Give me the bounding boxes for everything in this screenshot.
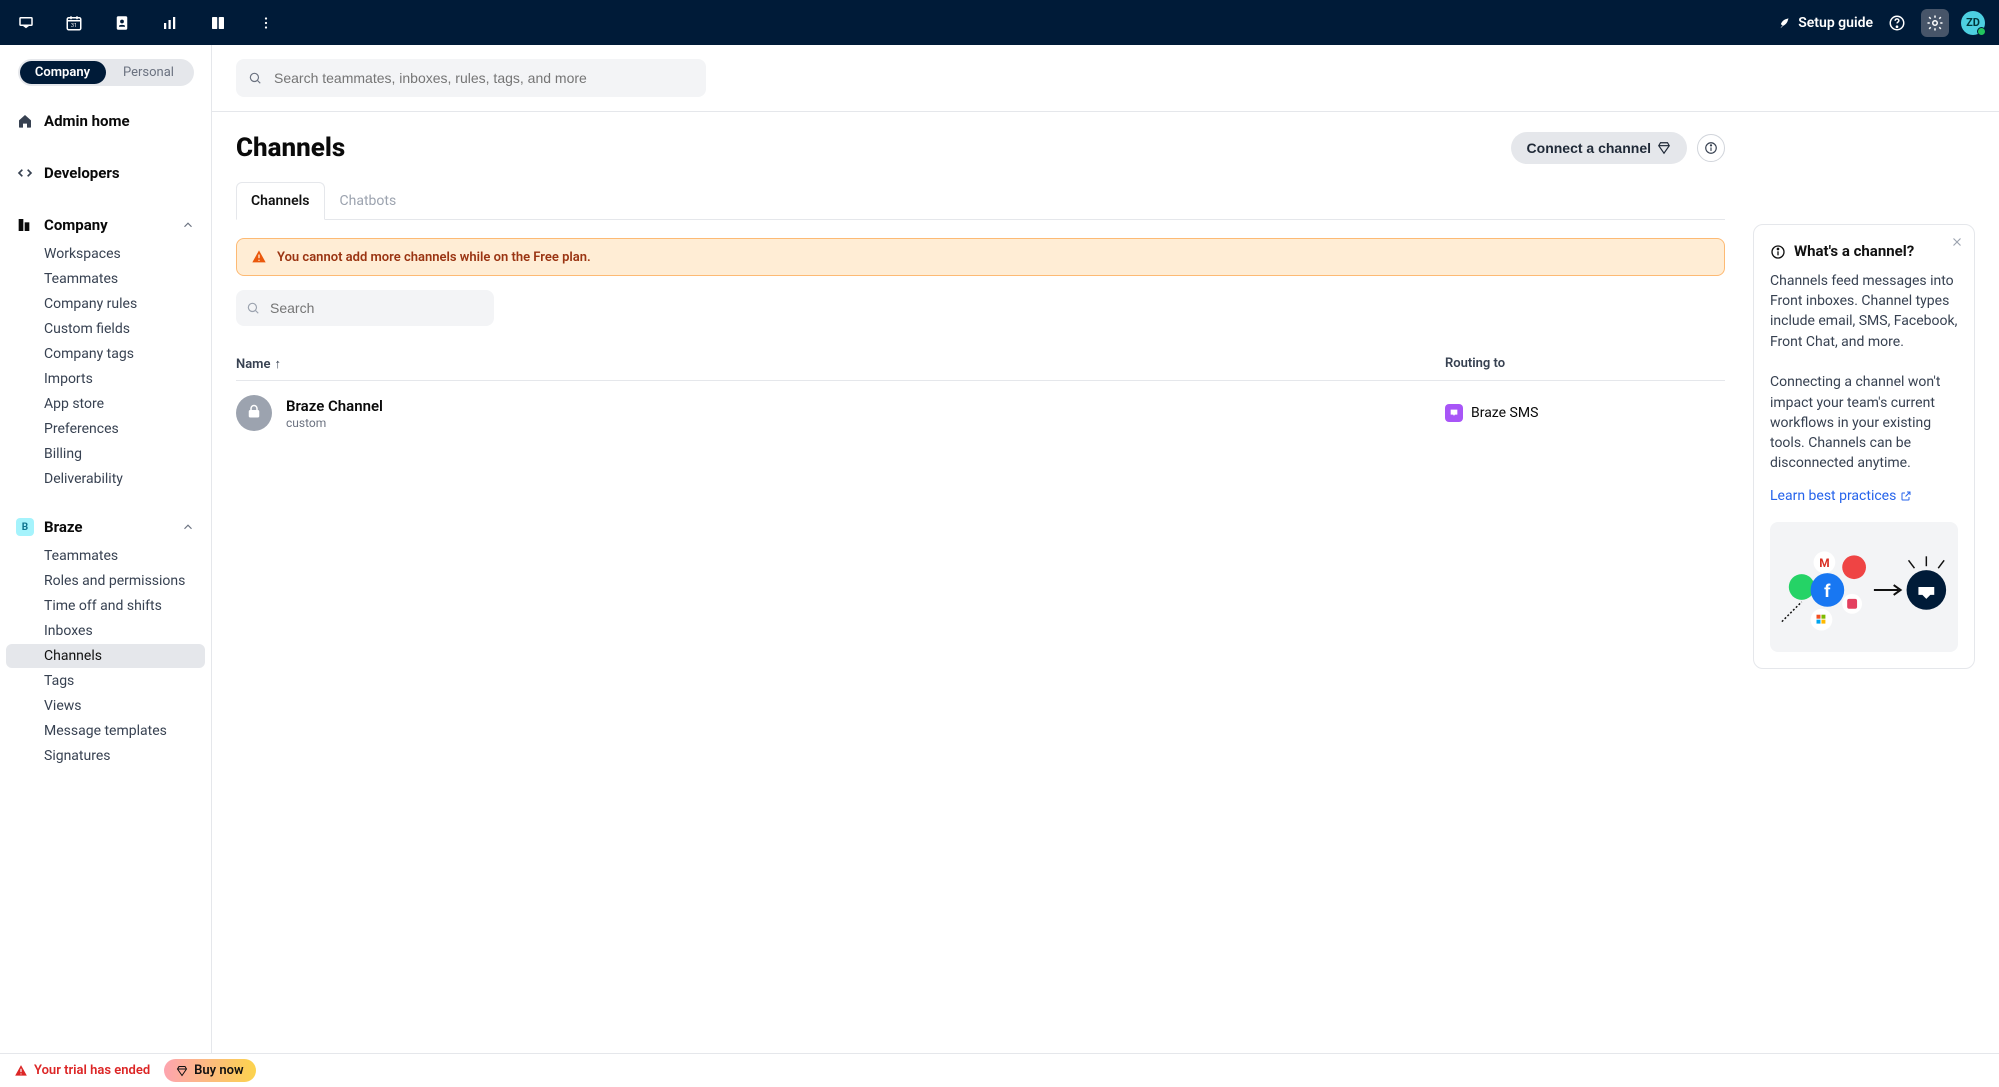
trial-text: Your trial has ended bbox=[34, 1063, 150, 1078]
sidebar-company-section[interactable]: Company bbox=[6, 208, 205, 242]
footer: Your trial has ended Buy now bbox=[0, 1053, 1999, 1087]
sidebar-item-teammates[interactable]: Teammates bbox=[6, 267, 205, 291]
global-search-input[interactable] bbox=[236, 59, 706, 97]
knowledge-icon[interactable] bbox=[206, 11, 230, 35]
close-icon[interactable] bbox=[1950, 235, 1964, 249]
sidebar-item-timeoff[interactable]: Time off and shifts bbox=[6, 594, 205, 618]
info-icon bbox=[1770, 244, 1786, 260]
channel-search-input[interactable] bbox=[236, 290, 494, 326]
avatar[interactable]: ZD bbox=[1961, 11, 1985, 35]
sidebar-item-imports[interactable]: Imports bbox=[6, 367, 205, 391]
building-icon bbox=[16, 217, 34, 233]
col-name[interactable]: Name↑ bbox=[236, 356, 1445, 372]
admin-home-label: Admin home bbox=[44, 112, 130, 130]
table-row[interactable]: Braze Channel custom Braze SMS bbox=[236, 381, 1725, 445]
sidebar: Company Personal Admin home Developers C… bbox=[0, 45, 212, 1053]
sidebar-item-inboxes[interactable]: Inboxes bbox=[6, 619, 205, 643]
calendar-icon[interactable]: 31 bbox=[62, 11, 86, 35]
sidebar-item-app-store[interactable]: App store bbox=[6, 392, 205, 416]
sidebar-item-custom-fields[interactable]: Custom fields bbox=[6, 317, 205, 341]
settings-icon[interactable] bbox=[1921, 9, 1949, 37]
gem-icon bbox=[176, 1065, 188, 1077]
setup-guide-label: Setup guide bbox=[1798, 15, 1873, 31]
warning-icon bbox=[251, 249, 267, 265]
learn-link-label: Learn best practices bbox=[1770, 486, 1896, 506]
info-button[interactable] bbox=[1697, 134, 1725, 162]
sidebar-item-workspaces[interactable]: Workspaces bbox=[6, 242, 205, 266]
info-panel: What's a channel? Channels feed messages… bbox=[1753, 224, 1975, 669]
sidebar-item-signatures[interactable]: Signatures bbox=[6, 744, 205, 768]
connect-channel-button[interactable]: Connect a channel bbox=[1511, 132, 1687, 164]
svg-text:M: M bbox=[1819, 556, 1829, 570]
search-icon bbox=[246, 301, 260, 315]
sidebar-workspace-section[interactable]: B Braze bbox=[6, 510, 205, 544]
col-routing[interactable]: Routing to bbox=[1445, 356, 1725, 372]
page-title: Channels bbox=[236, 133, 345, 163]
svg-text:31: 31 bbox=[71, 22, 77, 28]
connect-channel-label: Connect a channel bbox=[1527, 140, 1651, 156]
help-icon[interactable] bbox=[1885, 11, 1909, 35]
sidebar-developers[interactable]: Developers bbox=[6, 156, 205, 190]
sidebar-item-tags[interactable]: Tags bbox=[6, 669, 205, 693]
sidebar-item-views[interactable]: Views bbox=[6, 694, 205, 718]
tab-chatbots[interactable]: Chatbots bbox=[325, 182, 412, 219]
scope-company[interactable]: Company bbox=[20, 61, 106, 84]
company-section-label: Company bbox=[44, 216, 108, 234]
sort-asc-icon: ↑ bbox=[274, 357, 281, 372]
info-p2: Connecting a channel won't impact your t… bbox=[1770, 372, 1958, 473]
sidebar-item-company-rules[interactable]: Company rules bbox=[6, 292, 205, 316]
row-type: custom bbox=[286, 416, 1445, 430]
developers-label: Developers bbox=[44, 164, 120, 182]
scope-toggle: Company Personal bbox=[18, 59, 194, 86]
analytics-icon[interactable] bbox=[158, 11, 182, 35]
info-p1: Channels feed messages into Front inboxe… bbox=[1770, 271, 1958, 352]
illustration: M f bbox=[1770, 522, 1958, 652]
code-icon bbox=[16, 165, 34, 181]
sidebar-admin-home[interactable]: Admin home bbox=[6, 104, 205, 138]
sidebar-item-roles[interactable]: Roles and permissions bbox=[6, 569, 205, 593]
info-title: What's a channel? bbox=[1794, 241, 1914, 263]
sidebar-item-company-tags[interactable]: Company tags bbox=[6, 342, 205, 366]
plan-alert: You cannot add more channels while on th… bbox=[236, 238, 1725, 276]
sidebar-item-deliverability[interactable]: Deliverability bbox=[6, 467, 205, 491]
buy-now-label: Buy now bbox=[194, 1063, 243, 1078]
trial-ended-notice: Your trial has ended bbox=[14, 1063, 150, 1078]
more-icon[interactable] bbox=[254, 11, 278, 35]
alert-text: You cannot add more channels while on th… bbox=[277, 250, 591, 265]
chevron-up-icon bbox=[181, 218, 195, 232]
scope-personal[interactable]: Personal bbox=[106, 61, 192, 84]
sidebar-item-preferences[interactable]: Preferences bbox=[6, 417, 205, 441]
row-routing: Braze SMS bbox=[1471, 405, 1538, 421]
inbox-icon[interactable] bbox=[14, 11, 38, 35]
inbox-badge-icon bbox=[1445, 404, 1463, 422]
sidebar-item-templates[interactable]: Message templates bbox=[6, 719, 205, 743]
sidebar-item-ws-teammates[interactable]: Teammates bbox=[6, 544, 205, 568]
chevron-up-icon bbox=[181, 520, 195, 534]
topbar: 31 Setup guide ZD bbox=[0, 0, 1999, 45]
warning-icon bbox=[14, 1064, 28, 1078]
workspace-section-label: Braze bbox=[44, 518, 82, 536]
learn-link[interactable]: Learn best practices bbox=[1770, 486, 1912, 506]
tabs: Channels Chatbots bbox=[236, 182, 1725, 220]
search-icon bbox=[248, 71, 262, 85]
home-icon bbox=[16, 113, 34, 129]
setup-guide-link[interactable]: Setup guide bbox=[1778, 15, 1873, 31]
buy-now-button[interactable]: Buy now bbox=[164, 1059, 255, 1082]
sidebar-item-billing[interactable]: Billing bbox=[6, 442, 205, 466]
channel-icon bbox=[236, 395, 272, 431]
contacts-icon[interactable] bbox=[110, 11, 134, 35]
sidebar-item-channels[interactable]: Channels bbox=[6, 644, 205, 668]
gem-icon bbox=[1657, 141, 1671, 155]
svg-text:f: f bbox=[1824, 581, 1831, 602]
search-row bbox=[212, 45, 1999, 112]
workspace-badge: B bbox=[16, 518, 34, 536]
table-header: Name↑ Routing to bbox=[236, 348, 1725, 381]
row-name: Braze Channel bbox=[286, 397, 1445, 415]
external-link-icon bbox=[1900, 490, 1912, 502]
tab-channels[interactable]: Channels bbox=[236, 182, 325, 220]
